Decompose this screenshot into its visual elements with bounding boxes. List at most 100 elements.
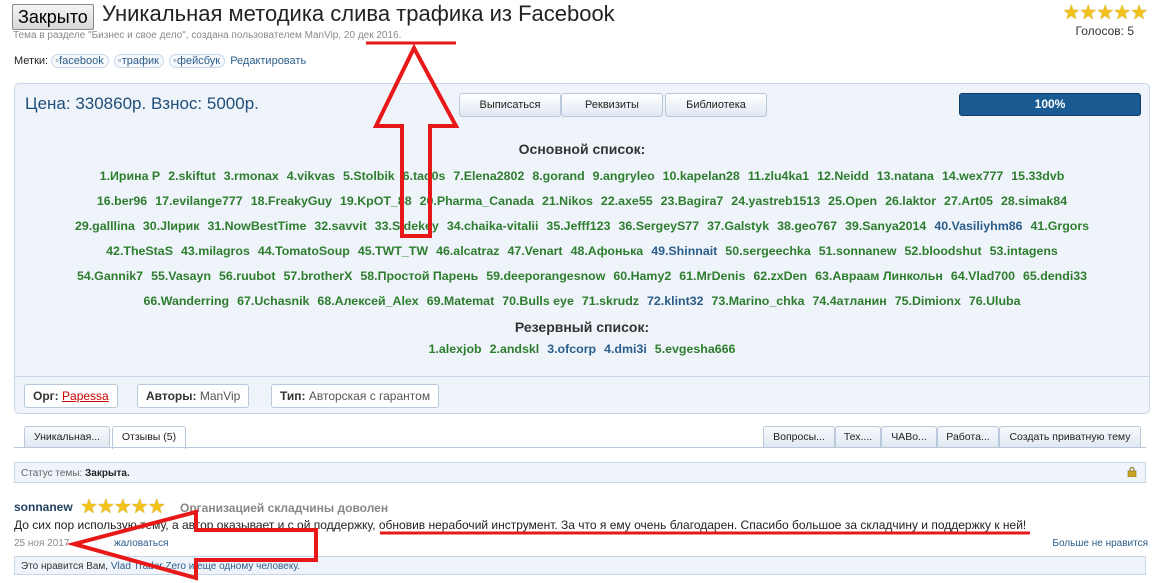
- member-link[interactable]: 39.Sanya2014: [845, 219, 926, 233]
- tag-traffic[interactable]: ◦трафик: [113, 54, 164, 68]
- reserve-member-link[interactable]: 3.ofcorp: [547, 342, 596, 356]
- member-link[interactable]: 75.Dimionx: [895, 294, 961, 308]
- member-link[interactable]: 24.yastreb1513: [731, 194, 820, 208]
- member-link[interactable]: 7.Elena2802: [453, 169, 524, 183]
- tab-faq[interactable]: ЧАВо...: [881, 426, 937, 448]
- member-link[interactable]: 42.TheStaS: [106, 244, 173, 258]
- member-link[interactable]: 35.Jefff123: [546, 219, 610, 233]
- member-link[interactable]: 6.tad0s: [403, 169, 446, 183]
- reserve-member-link[interactable]: 5.evgesha666: [655, 342, 736, 356]
- member-link[interactable]: 62.zxDen: [753, 269, 807, 283]
- member-link[interactable]: 51.sonnanew: [819, 244, 897, 258]
- member-link[interactable]: 25.Open: [828, 194, 877, 208]
- member-link[interactable]: 65.dendi33: [1023, 269, 1087, 283]
- member-link[interactable]: 5.Stolbik: [343, 169, 395, 183]
- member-link[interactable]: 23.Bagira7: [661, 194, 724, 208]
- member-link[interactable]: 58.Простой Парень: [360, 269, 478, 283]
- create-private-thread-button[interactable]: Создать приватную тему: [999, 426, 1141, 448]
- report-link[interactable]: жаловаться: [114, 538, 169, 549]
- member-link[interactable]: 3.rmonax: [224, 169, 279, 183]
- reserve-member-link[interactable]: 1.alexjob: [429, 342, 482, 356]
- tab-reviews[interactable]: Отзывы (5): [112, 426, 186, 449]
- member-link[interactable]: 45.TWT_TW: [358, 244, 428, 258]
- member-link[interactable]: 32.savvit: [314, 219, 366, 233]
- member-link[interactable]: 16.ber96: [97, 194, 147, 208]
- member-link[interactable]: 14.wex777: [942, 169, 1003, 183]
- member-link[interactable]: 31.NowBestTime: [207, 219, 306, 233]
- member-link[interactable]: 15.33dvb: [1011, 169, 1064, 183]
- member-link[interactable]: 63.Авраам Линкольн: [815, 269, 943, 283]
- member-link[interactable]: 34.chaika-vitalii: [447, 219, 539, 233]
- member-link[interactable]: 21.Nikos: [542, 194, 593, 208]
- member-link[interactable]: 53.intagens: [990, 244, 1058, 258]
- member-link[interactable]: 60.Hamy2: [613, 269, 671, 283]
- member-link[interactable]: 70.Bulls eye: [502, 294, 574, 308]
- member-link[interactable]: 18.FreakyGuy: [251, 194, 332, 208]
- member-link[interactable]: 73.Marino_chka: [712, 294, 805, 308]
- post-date[interactable]: 25 ноя 2017: [14, 538, 69, 549]
- post-author[interactable]: sonnanew: [14, 500, 73, 514]
- member-link[interactable]: 71.skrudz: [582, 294, 639, 308]
- member-link[interactable]: 19.KpOT_88: [340, 194, 412, 208]
- member-link[interactable]: 30.Jlирик: [143, 219, 200, 233]
- member-link[interactable]: 49.Shinnait: [651, 244, 717, 258]
- member-link[interactable]: 43.milagros: [181, 244, 250, 258]
- organizer-link[interactable]: Papessa: [62, 389, 109, 403]
- member-link[interactable]: 22.axe55: [601, 194, 653, 208]
- member-link[interactable]: 54.Gannik7: [77, 269, 143, 283]
- member-link[interactable]: 12.Neidd: [817, 169, 869, 183]
- member-link[interactable]: 10.kapelan28: [663, 169, 740, 183]
- member-link[interactable]: 72.klint32: [647, 294, 703, 308]
- member-link[interactable]: 56.ruubot: [219, 269, 275, 283]
- unlike-link[interactable]: Больше не нравится: [1052, 538, 1148, 549]
- requisites-button[interactable]: Реквизиты: [561, 93, 663, 117]
- member-link[interactable]: 57.brotherX: [283, 269, 352, 283]
- member-link[interactable]: 61.MrDenis: [679, 269, 745, 283]
- member-link[interactable]: 40.Vasiliyhm86: [934, 219, 1022, 233]
- member-link[interactable]: 29.galllina: [75, 219, 135, 233]
- member-link[interactable]: 36.SergeyS77: [618, 219, 699, 233]
- member-link[interactable]: 11.zlu4ka1: [748, 169, 809, 183]
- closed-status-button[interactable]: Закрыто: [12, 4, 94, 30]
- member-link[interactable]: 27.Art05: [944, 194, 993, 208]
- member-link[interactable]: 48.Афонька: [571, 244, 644, 258]
- tab-work[interactable]: Работа...: [937, 426, 999, 448]
- liker-link[interactable]: Vlad: [111, 561, 131, 572]
- tab-tech[interactable]: Тех....: [835, 426, 881, 448]
- member-link[interactable]: 55.Vasayn: [151, 269, 211, 283]
- member-link[interactable]: 37.Galstyk: [707, 219, 769, 233]
- member-link[interactable]: 13.natana: [877, 169, 934, 183]
- tab-questions[interactable]: Вопросы...: [763, 426, 835, 448]
- member-link[interactable]: 41.Grgors: [1031, 219, 1090, 233]
- member-link[interactable]: 20.Pharma_Canada: [420, 194, 534, 208]
- member-link[interactable]: 44.TomatoSoup: [258, 244, 350, 258]
- member-link[interactable]: 69.Matemat: [427, 294, 495, 308]
- member-link[interactable]: 64.Vlad700: [951, 269, 1015, 283]
- member-link[interactable]: 1.Ирина Р: [100, 169, 161, 183]
- reserve-member-link[interactable]: 4.dmi3i: [604, 342, 647, 356]
- rating-stars[interactable]: ★★★★★: [1062, 0, 1148, 25]
- member-link[interactable]: 66.Wanderring: [143, 294, 229, 308]
- unsubscribe-button[interactable]: Выписаться: [459, 93, 561, 117]
- member-link[interactable]: 4.vikvas: [287, 169, 335, 183]
- member-link[interactable]: 67.Uchasnik: [237, 294, 309, 308]
- member-link[interactable]: 2.skiftut: [168, 169, 216, 183]
- member-link[interactable]: 76.Uluba: [969, 294, 1021, 308]
- member-link[interactable]: 68.Алексей_Alex: [317, 294, 418, 308]
- library-button[interactable]: Библиотека: [665, 93, 767, 117]
- member-link[interactable]: 28.simak84: [1001, 194, 1067, 208]
- member-link[interactable]: 38.geo767: [777, 219, 837, 233]
- member-link[interactable]: 33.Sidekey: [375, 219, 439, 233]
- member-link[interactable]: 26.laktor: [885, 194, 936, 208]
- member-link[interactable]: 74.4атланин: [812, 294, 886, 308]
- member-link[interactable]: 17.evilange777: [155, 194, 243, 208]
- member-link[interactable]: 52.bloodshut: [905, 244, 982, 258]
- tag-facebook[interactable]: ◦facebook: [51, 54, 109, 68]
- member-link[interactable]: 8.gorand: [532, 169, 584, 183]
- member-link[interactable]: 9.angryleo: [593, 169, 655, 183]
- member-link[interactable]: 59.deeporangesnow: [486, 269, 605, 283]
- member-link[interactable]: 50.sergeechka: [725, 244, 810, 258]
- member-link[interactable]: 46.alcatraz: [436, 244, 499, 258]
- member-link[interactable]: 47.Venart: [507, 244, 562, 258]
- reserve-member-link[interactable]: 2.andskl: [490, 342, 540, 356]
